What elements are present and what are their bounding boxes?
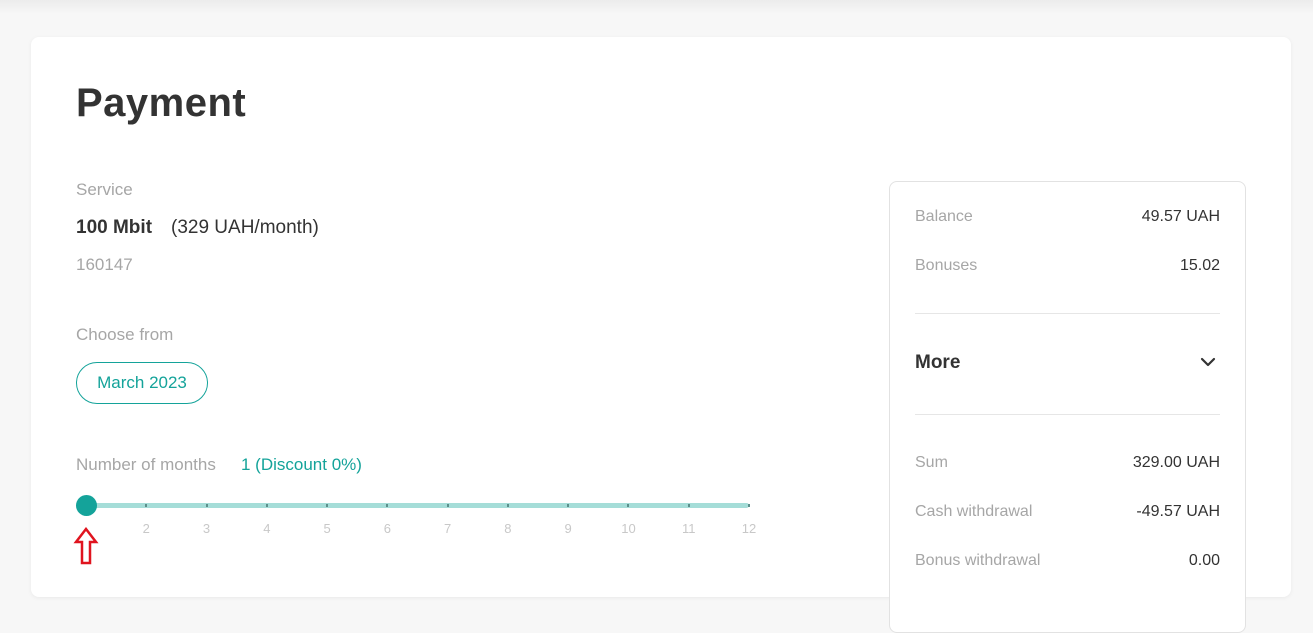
service-name: 100 Mbit — [76, 217, 153, 238]
divider — [915, 313, 1220, 314]
bonuses-label: Bonuses — [915, 257, 978, 274]
top-shadow-bar — [0, 0, 1313, 14]
service-price: (329 UAH/month) — [171, 217, 319, 238]
slider-tick-label[interactable]: 11 — [677, 521, 701, 536]
account-id: 160147 — [76, 255, 133, 274]
slider-tick — [748, 504, 750, 507]
slider-tick — [687, 504, 690, 507]
balance-label: Balance — [915, 208, 973, 225]
bonus-withdrawal-value: 0.00 — [1188, 552, 1220, 569]
payment-card: Payment Service 100 Mbit (329 UAH/month)… — [31, 37, 1291, 633]
slider-tick-label[interactable]: 7 — [436, 521, 460, 536]
month-select-button[interactable]: March 2023 — [76, 362, 208, 404]
arrow-up-outline-icon — [73, 527, 99, 565]
slider-tick — [205, 504, 208, 507]
slider-tick-label[interactable]: 2 — [134, 521, 158, 536]
balance-value: 49.57 UAH — [1141, 208, 1220, 225]
slider-tick — [326, 504, 329, 507]
slider-track[interactable] — [86, 503, 749, 508]
sum-label: Sum — [915, 454, 948, 471]
service-label: Service — [76, 180, 133, 199]
slider-tick-label[interactable]: 4 — [255, 521, 279, 536]
sum-value: 329.00 UAH — [1132, 454, 1220, 471]
slider-tick-label[interactable]: 3 — [195, 521, 219, 536]
chevron-down-icon[interactable] — [1200, 355, 1216, 369]
months-label: Number of months — [76, 455, 216, 474]
more-label: More — [915, 352, 961, 373]
slider-tick — [446, 504, 449, 507]
slider-tick — [567, 504, 570, 507]
payment-summary-panel: Balance 49.57 UAH Bonuses 15.02 More Sum… — [889, 181, 1246, 633]
page-title: Payment — [76, 81, 247, 125]
bonus-withdrawal-label: Bonus withdrawal — [915, 552, 1041, 569]
choose-from-label: Choose from — [76, 325, 174, 344]
months-value: 1 (Discount 0%) — [241, 455, 362, 474]
months-slider[interactable]: 2 3 4 5 6 7 8 9 10 11 12 — [76, 493, 756, 536]
slider-tick-label[interactable]: 6 — [375, 521, 399, 536]
slider-tick — [265, 504, 268, 507]
divider — [915, 414, 1220, 415]
slider-tick-label[interactable]: 8 — [496, 521, 520, 536]
slider-thumb[interactable] — [76, 495, 97, 516]
cash-withdrawal-label: Cash withdrawal — [915, 503, 1033, 520]
slider-tick — [386, 504, 389, 507]
slider-tick-label[interactable]: 12 — [737, 521, 761, 536]
slider-tick-label[interactable]: 5 — [315, 521, 339, 536]
slider-tick-label[interactable]: 10 — [616, 521, 640, 536]
more-toggle[interactable]: More — [915, 342, 1220, 382]
slider-tick — [145, 504, 148, 507]
bonuses-value: 15.02 — [1179, 257, 1220, 274]
slider-tick-label[interactable]: 9 — [556, 521, 580, 536]
cash-withdrawal-value: -49.57 UAH — [1136, 503, 1220, 520]
slider-tick — [627, 504, 630, 507]
slider-tick — [506, 504, 509, 507]
